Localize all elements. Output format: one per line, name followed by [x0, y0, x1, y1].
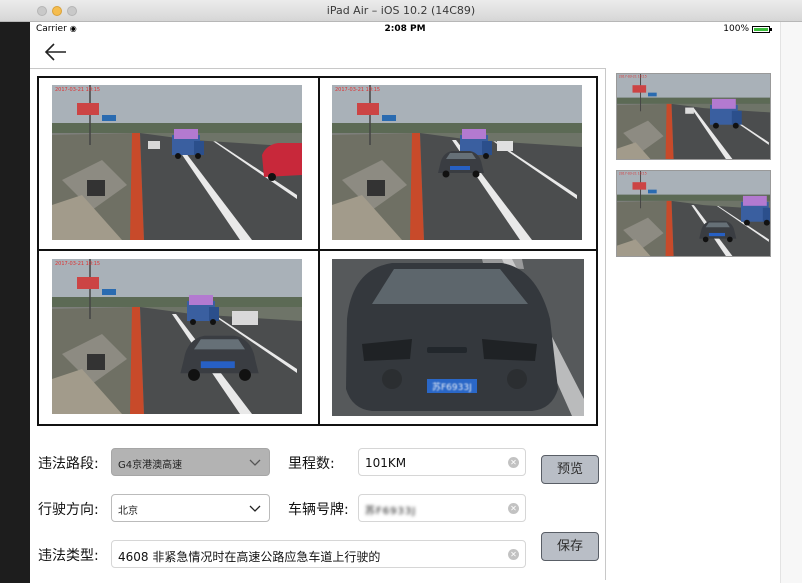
battery-indicator: 100%: [723, 24, 772, 34]
clear-icon[interactable]: ✕: [508, 503, 519, 514]
evidence-photo-1[interactable]: [52, 85, 304, 242]
direction-select[interactable]: 北京: [111, 494, 270, 522]
mileage-field[interactable]: 101KM ✕: [358, 448, 526, 476]
road-select-value: G4京港澳高速: [118, 460, 183, 471]
plate-field[interactable]: 苏F6933J ✕: [358, 494, 526, 522]
battery-percent: 100%: [723, 24, 749, 34]
violation-label: 违法类型:: [38, 548, 99, 564]
thumbnail-1[interactable]: [616, 73, 771, 160]
plate-label: 车辆号牌:: [288, 502, 349, 518]
left-bezel: [0, 22, 30, 583]
violation-field[interactable]: 4608 非紧急情况时在高速公路应急车道上行驶的 ✕: [111, 540, 526, 568]
plate-value: 苏F6933J: [365, 506, 417, 517]
direction-label: 行驶方向:: [38, 502, 99, 518]
window-title: iPad Air – iOS 10.2 (14C89): [326, 4, 476, 17]
mileage-value: 101KM: [365, 456, 407, 470]
road-label: 违法路段:: [38, 456, 99, 472]
grid-divider-vertical: [318, 78, 320, 424]
status-bar: Carrier ◉ 2:08 PM 100%: [30, 22, 780, 38]
clear-icon[interactable]: ✕: [508, 549, 519, 560]
evidence-photo-3[interactable]: [52, 259, 304, 416]
violation-value: 4608 非紧急情况时在高速公路应急车道上行驶的: [118, 550, 381, 564]
right-bezel: [780, 22, 802, 583]
thumbnail-2[interactable]: [616, 170, 771, 257]
svg-text:苏F6933J: 苏F6933J: [432, 381, 472, 393]
grid-divider-horizontal: [39, 249, 596, 251]
mileage-label: 里程数:: [288, 456, 335, 472]
chevron-down-icon: [249, 505, 261, 512]
road-select[interactable]: G4京港澳高速: [111, 448, 270, 476]
evidence-photo-2[interactable]: [332, 85, 584, 242]
back-arrow-icon: [44, 43, 66, 61]
status-time: 2:08 PM: [384, 24, 426, 34]
chevron-down-icon: [249, 459, 261, 466]
window-titlebar: iPad Air – iOS 10.2 (14C89): [0, 0, 802, 22]
thumbnail-sidebar: [605, 68, 780, 580]
direction-select-value: 北京: [118, 506, 138, 517]
preview-button[interactable]: 预览: [541, 455, 599, 484]
evidence-photo-grid: 苏F6933J: [37, 76, 598, 426]
evidence-photo-4[interactable]: 苏F6933J: [332, 259, 584, 416]
back-button[interactable]: [42, 40, 68, 64]
battery-icon: [752, 25, 772, 33]
save-button[interactable]: 保存: [541, 532, 599, 561]
clear-icon[interactable]: ✕: [508, 457, 519, 468]
